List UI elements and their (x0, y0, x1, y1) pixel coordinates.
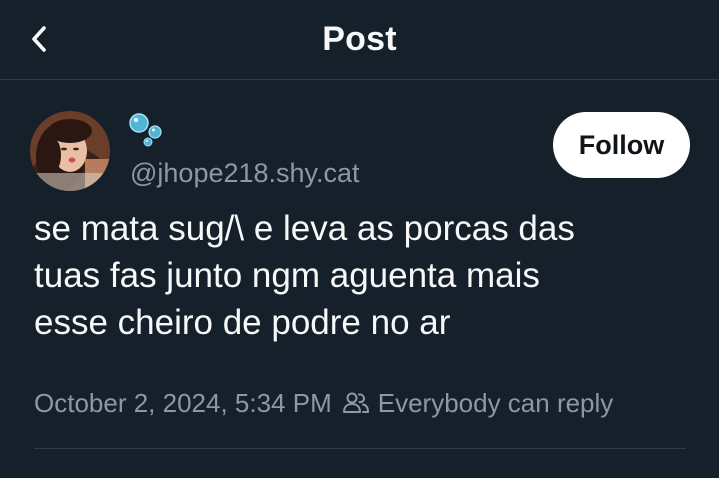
follow-button[interactable]: Follow (553, 112, 690, 178)
post-text-line: se mata sug/\ e leva as porcas das (34, 209, 575, 248)
post-text: se mata sug/\ e leva as porcas das tuas … (34, 205, 694, 346)
reply-permission[interactable]: Everybody can reply (378, 388, 614, 419)
post-text-line: tuas fas junto ngm aguenta mais (34, 256, 540, 295)
page-title: Post (322, 20, 397, 58)
post-timestamp: October 2, 2024, 5:34 PM (34, 387, 332, 418)
post-text-line: esse cheiro de podre no ar (34, 303, 451, 342)
avatar[interactable] (30, 111, 110, 191)
post-meta: October 2, 2024, 5:34 PM Everybody can r… (34, 386, 613, 420)
author-handle[interactable]: @jhope218.shy.cat (130, 158, 360, 189)
divider (34, 448, 686, 449)
bubbles-emoji (128, 112, 168, 148)
people-icon (342, 391, 370, 415)
top-bar: Post (0, 0, 719, 80)
